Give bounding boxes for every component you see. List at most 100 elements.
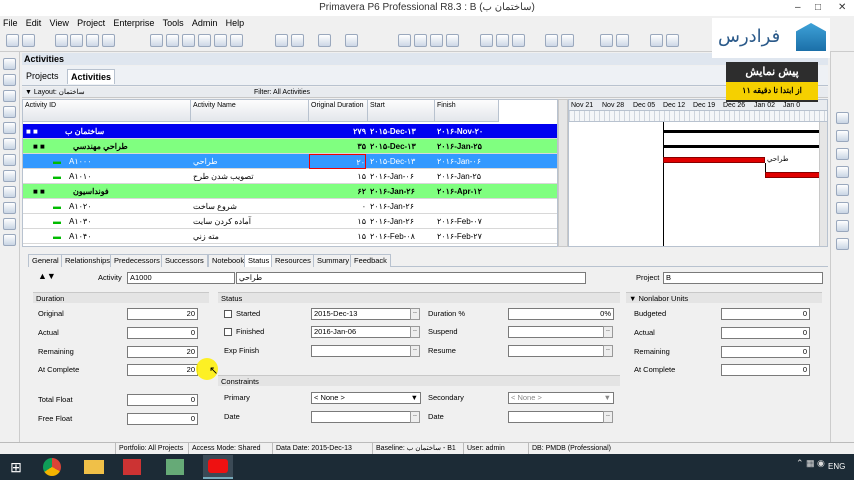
spell-icon[interactable]: [600, 34, 613, 47]
remaining-units-field[interactable]: 0: [721, 346, 810, 358]
remaining-duration-field[interactable]: 20: [127, 346, 198, 358]
sort-icon[interactable]: [198, 34, 211, 47]
assignments-icon[interactable]: [3, 122, 16, 134]
gantt-icon[interactable]: [86, 34, 99, 47]
tray-icons[interactable]: ⌃ ▦ ◉: [796, 458, 825, 469]
input-language[interactable]: ENG: [828, 462, 845, 471]
table-row[interactable]: ■ ■ فونداسيون ۶۲ ۲۰۱۶-Jan-۲۶ ۲۰۱۶-Apr-۱۲: [23, 184, 557, 199]
wbs-summary-bar[interactable]: [663, 145, 827, 148]
exp-finish-field[interactable]: [311, 345, 411, 357]
redo-icon[interactable]: [666, 34, 679, 47]
pointer-icon[interactable]: [102, 34, 115, 47]
finished-date-field[interactable]: 2016-Jan-06: [311, 326, 411, 338]
unlink-icon[interactable]: [446, 34, 459, 47]
link-icon[interactable]: [430, 34, 443, 47]
menu-project[interactable]: Project: [77, 16, 105, 30]
actual-units-field[interactable]: 0: [721, 327, 810, 339]
project-field[interactable]: B: [663, 272, 823, 284]
wbs-icon[interactable]: [3, 90, 16, 102]
tab-general[interactable]: General: [28, 254, 63, 267]
tab-predecessors[interactable]: Predecessors: [110, 254, 164, 267]
collapse-icon[interactable]: ■ ■: [26, 124, 46, 139]
zoom-in-icon[interactable]: [275, 34, 288, 47]
project-summary-bar[interactable]: [663, 130, 827, 133]
print-icon[interactable]: [6, 34, 19, 47]
cmd-app-icon[interactable]: [166, 459, 184, 475]
copy-icon[interactable]: [496, 34, 509, 47]
tab-summary[interactable]: Summary: [313, 254, 354, 267]
finished-date-picker-button[interactable]: ..: [410, 326, 420, 338]
menu-edit[interactable]: Edit: [26, 16, 42, 30]
finished-checkbox[interactable]: [224, 328, 232, 336]
resources-icon[interactable]: [3, 138, 16, 150]
schedule-icon[interactable]: [398, 34, 411, 47]
bars-icon[interactable]: [214, 34, 227, 47]
column-original-duration[interactable]: Original Duration: [309, 100, 368, 122]
print-preview-icon[interactable]: [22, 34, 35, 47]
activities-icon[interactable]: [3, 106, 16, 118]
chart-icon[interactable]: [318, 34, 331, 47]
add-activity-icon[interactable]: [836, 184, 849, 196]
primary-constraint-date-field[interactable]: [311, 411, 411, 423]
table-scrollbar[interactable]: [558, 99, 568, 247]
delete-icon[interactable]: [561, 34, 574, 47]
network-icon[interactable]: [836, 166, 849, 178]
layout-icon[interactable]: [55, 34, 68, 47]
help-icon[interactable]: [616, 34, 629, 47]
layout-dropdown[interactable]: ▼ Layout: ساختمان: [25, 87, 85, 98]
projects-icon[interactable]: [3, 58, 16, 70]
eps-icon[interactable]: [3, 74, 16, 86]
started-date-field[interactable]: 2015-Dec-13: [311, 308, 411, 320]
chart-toggle-icon[interactable]: [836, 130, 849, 142]
delete-activity-icon[interactable]: [836, 202, 849, 214]
timescale-icon[interactable]: [230, 34, 243, 47]
tracking-icon[interactable]: [3, 170, 16, 182]
progress-icon[interactable]: [836, 238, 849, 250]
primavera-app-icon[interactable]: [203, 455, 233, 479]
secondary-constraint-date-field[interactable]: [508, 411, 604, 423]
histogram-icon[interactable]: [836, 148, 849, 160]
column-activity-name[interactable]: Activity Name: [191, 100, 309, 122]
resume-field[interactable]: [508, 345, 604, 357]
tab-status[interactable]: Status: [244, 254, 274, 267]
undo-icon[interactable]: [650, 34, 663, 47]
minimize-icon[interactable]: –: [795, 0, 801, 16]
budgeted-units-field[interactable]: 0: [721, 308, 810, 320]
filter-icon[interactable]: [166, 34, 179, 47]
detail-icon[interactable]: [836, 112, 849, 124]
started-date-picker-button[interactable]: ..: [410, 308, 420, 320]
duration-pct-field[interactable]: 0%: [508, 308, 614, 320]
table-row[interactable]: ■ ■ طراحي مهندسي ۳۵ ۲۰۱۵-Dec-۱۳ ۲۰۱۶-Jan…: [23, 139, 557, 154]
tab-activities[interactable]: Activities: [67, 69, 116, 84]
primary-date-picker-button[interactable]: ..: [410, 411, 420, 423]
table-row[interactable]: ▬ A۱۰۲۰ شروع ساخت ۰ ۲۰۱۶-Jan-۲۶: [23, 199, 557, 214]
table-row[interactable]: ▬ A۱۰۰۰ طراحي ۲۰ ۲۰۱۵-Dec-۱۳ ۲۰۱۶-Jan-۰۶: [23, 154, 557, 169]
started-checkbox[interactable]: [224, 310, 232, 318]
assign-icon[interactable]: [836, 220, 849, 232]
column-finish[interactable]: Finish: [435, 100, 499, 122]
columns-icon[interactable]: [150, 34, 163, 47]
group-icon[interactable]: [182, 34, 195, 47]
at-complete-duration-field[interactable]: 20: [127, 364, 198, 376]
table-row[interactable]: ▬ A۱۰۳۰ آماده کردن سايت ۱۵ ۲۰۱۶-Jan-۲۶ ۲…: [23, 214, 557, 229]
table-icon[interactable]: [70, 34, 83, 47]
cut-icon[interactable]: [480, 34, 493, 47]
exp-finish-picker-button[interactable]: ..: [410, 345, 420, 357]
tab-relationships[interactable]: Relationships: [61, 254, 115, 267]
column-activity-id[interactable]: Activity ID: [23, 100, 191, 122]
table-row[interactable]: ▬ A۱۰۱۰ تصويب شدن طرح ۱۵ ۲۰۱۶-Jan-۰۶ ۲۰۱…: [23, 169, 557, 184]
prev-next-arrows-icon[interactable]: ▲▼: [38, 271, 56, 281]
nonlabor-expand-icon[interactable]: ▼: [629, 294, 639, 303]
menu-admin[interactable]: Admin: [192, 16, 218, 30]
resume-picker-button[interactable]: ..: [603, 345, 613, 357]
chrome-icon[interactable]: [43, 458, 61, 476]
gantt-scrollbar[interactable]: [819, 122, 827, 246]
level-icon[interactable]: [414, 34, 427, 47]
activity-id-field[interactable]: A1000: [127, 272, 235, 284]
number-icon[interactable]: [345, 34, 358, 47]
at-complete-units-field[interactable]: 0: [721, 364, 810, 376]
reports-icon[interactable]: [3, 154, 16, 166]
maximize-icon[interactable]: □: [815, 0, 821, 16]
thresholds-icon[interactable]: [3, 234, 16, 246]
column-start[interactable]: Start: [368, 100, 435, 122]
